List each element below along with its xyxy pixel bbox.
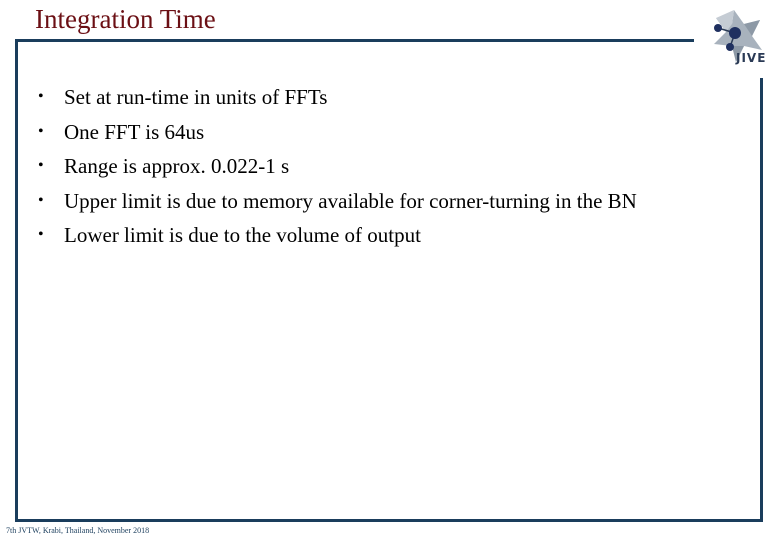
bullet-text: One FFT is 64us [64, 119, 205, 144]
bullet-icon: • [38, 122, 44, 140]
bullet-icon: • [38, 226, 44, 243]
frame-top-border [15, 39, 694, 42]
bullet-item: • One FFT is 64us [38, 115, 637, 150]
frame-left-border [15, 39, 18, 522]
bullet-icon: • [38, 191, 44, 209]
slide-footer: 7th JVTW, Krabi, Thailand, November 2018 [6, 526, 150, 535]
bullet-icon: • [38, 88, 44, 105]
bullet-item: • Upper limit is due to memory available … [38, 184, 637, 219]
bullet-item: • Set at run-time in units of FFTs [38, 80, 637, 115]
bullet-text: Range is approx. 0.022-1 s [64, 154, 290, 178]
frame-bottom-border [15, 519, 763, 522]
bullet-text: Lower limit is due to the volume of outp… [64, 223, 421, 247]
bullet-list: • Set at run-time in units of FFTs • One F… [38, 80, 637, 253]
bullet-item: • Range is approx. 0.022-1 s [38, 149, 637, 184]
bullet-text: Upper limit is due to memory available f… [64, 188, 637, 213]
logo-text: JIVE [736, 51, 767, 65]
bullet-icon: • [38, 157, 44, 174]
frame-right-border [760, 78, 763, 522]
slide-title: Integration Time [35, 4, 216, 34]
bullet-item: • Lower limit is due to the volume of out… [38, 218, 637, 253]
bullet-text: Set at run-time in units of FFTs [64, 85, 328, 109]
